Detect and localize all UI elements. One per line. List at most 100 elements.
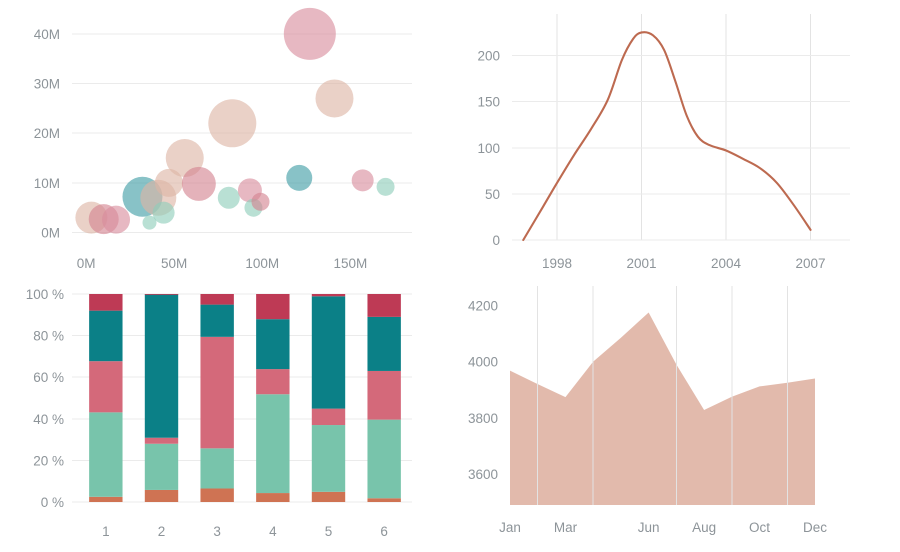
bubble-point [286,164,313,191]
y-axis-tick-label: 4000 [468,355,498,370]
area-series-path [510,312,815,505]
bar-segment [367,498,401,502]
x-axis-tick-label: 6 [380,524,388,539]
y-axis-tick-label: 100 % [26,287,64,302]
x-axis-tick-label: Aug [692,520,716,535]
bar-segment [89,412,123,497]
bar-segment [367,294,401,317]
chart-dashboard: 0M 10M 20M 30M 40M 0M 50M 100M 150M 0 50 100 150 200… [0,0,900,552]
y-axis-tick-label: 20M [34,126,60,141]
y-axis-tick-label: 4200 [468,298,498,313]
stacked-bar-chart: 0 % 20 % 40 % 60 % 80 % 100 % 1 2 3 4 5 6 [26,287,412,539]
bubble-point [208,99,257,148]
bar-segment [89,310,123,362]
y-axis-tick-label: 0M [41,226,60,241]
bar-segment [311,296,346,409]
bubble-point [351,169,374,192]
bubble-chart: 0M 10M 20M 30M 40M 0M 50M 100M 150M [34,7,412,271]
x-axis-tick-label: 3 [213,524,221,539]
line-series-path [522,31,812,242]
y-axis-tick-label: 20 % [33,453,64,468]
y-axis-tick-label: 3600 [468,467,498,482]
x-axis-tick-label: 4 [269,524,277,539]
x-axis-tick-label: Jan [499,520,521,535]
bubble-point [283,7,336,60]
area-chart: 3600 3800 4000 4200 Jan Mar Jun Aug Oct Dec [468,286,827,535]
bar-segment [144,294,179,438]
y-axis-tick-label: 10M [34,176,60,191]
bar-segment [144,437,179,444]
line-chart: 0 50 100 150 200 1998 2001 2004 2007 [477,14,850,271]
x-axis-tick-label: 2 [158,524,166,539]
bubble-point [152,201,175,224]
bubble-chart-panel: 0M 10M 20M 30M 40M 0M 50M 100M 150M [0,0,450,280]
x-axis-tick-label: 50M [161,256,187,271]
x-axis-tick-label: 2004 [711,256,742,271]
bar-column [200,294,234,502]
bar-segment [256,294,290,320]
y-axis-tick-label: 40 % [33,412,64,427]
bar-segment [256,394,290,494]
bar-segment [144,294,179,295]
bar-segment [311,294,346,297]
y-axis-tick-label: 3800 [468,411,498,426]
bar-column [311,294,346,502]
y-axis-tick-label: 200 [477,49,500,64]
bar-segment [256,369,290,395]
y-axis-tick-label: 100 [477,141,500,156]
x-axis-tick-label: 1 [102,524,110,539]
bar-segment [144,489,179,502]
y-axis-tick-label: 0 [492,233,500,248]
y-axis-tick-label: 50 [485,187,500,202]
bar-segment [367,316,401,371]
x-axis-tick-label: Jun [638,520,660,535]
bar-segment [311,425,346,492]
bubble-point [217,186,240,209]
x-axis-tick-label: Oct [749,520,770,535]
bar-segment [311,491,346,502]
bar-segment [89,294,123,311]
bubble-plot-area: 0M 10M 20M 30M 40M 0M 50M 100M 150M [34,27,412,271]
y-axis-tick-label: 0 % [41,495,64,510]
y-axis-tick-label: 60 % [33,370,64,385]
y-axis-tick-label: 80 % [33,329,64,344]
bar-segment [256,493,290,502]
bar-segment [89,496,123,502]
bar-segment [200,448,234,489]
x-axis-tick-label: 150M [333,256,367,271]
bubble-point [251,192,270,211]
x-axis-tick-label: 100M [245,256,279,271]
x-axis-tick-label: Mar [554,520,578,535]
bar-segment [200,336,234,449]
bar-segment [367,370,401,420]
area-chart-panel: 3600 3800 4000 4200 Jan Mar Jun Aug Oct Dec [450,280,900,552]
x-axis-tick-label: 2007 [796,256,826,271]
y-axis-tick-label: 40M [34,27,60,42]
x-axis-tick-label: 1998 [542,256,572,271]
bubble-series [75,7,395,235]
area-plot-area: 3600 3800 4000 4200 [468,286,815,505]
bar-column [367,294,401,502]
x-axis-tick-label: 2001 [627,256,657,271]
y-axis-tick-label: 30M [34,77,60,92]
stacked-bar-chart-panel: 0 % 20 % 40 % 60 % 80 % 100 % 1 2 3 4 5 6 [0,280,450,552]
bar-segment [311,408,346,426]
bar-segment [367,419,401,499]
bar-segment [200,304,234,337]
bubble-point [315,79,354,118]
bar-segment [144,443,179,490]
y-axis-tick-label: 150 [477,95,500,110]
bar-column [144,294,179,502]
bubble-point [102,205,131,234]
x-axis-tick-label: 5 [325,524,333,539]
line-chart-panel: 0 50 100 150 200 1998 2001 2004 2007 [450,0,900,280]
bar-segment [256,319,290,370]
bar-column [256,294,290,502]
bar-segment [200,294,234,305]
x-axis-tick-label: Dec [803,520,827,535]
line-plot-area: 0 50 100 150 200 1998 2001 2004 2007 [477,14,850,271]
bubble-point [376,177,395,196]
bar-segment [200,488,234,502]
bubble-point [181,166,216,201]
bar-segment [89,361,123,413]
